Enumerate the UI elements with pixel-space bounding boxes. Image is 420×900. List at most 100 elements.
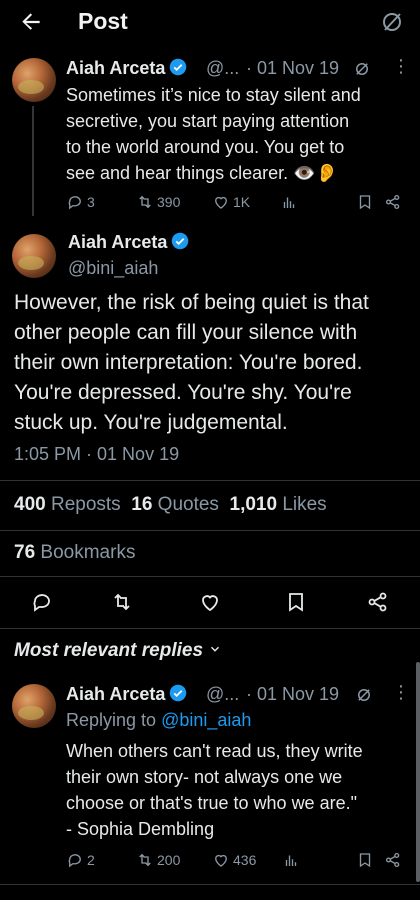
repost-count: 200 xyxy=(157,852,181,868)
avatar[interactable] xyxy=(12,684,56,728)
share-button[interactable] xyxy=(384,851,402,869)
replying-to-label: Replying to xyxy=(66,710,157,730)
share-icon xyxy=(385,852,400,868)
author-name[interactable]: Aiah Arceta xyxy=(68,232,189,253)
main-post-actions xyxy=(0,586,420,618)
repost-count: 390 xyxy=(157,194,181,210)
share-icon[interactable] xyxy=(366,590,390,614)
post-text: However, the risk of being quiet is that… xyxy=(14,288,414,438)
bookmark-icon[interactable] xyxy=(284,590,308,614)
heart-icon xyxy=(215,854,227,867)
share-icon xyxy=(385,194,400,210)
divider xyxy=(0,884,420,885)
views-button[interactable] xyxy=(280,193,298,211)
quotes-stat[interactable]: 16 Quotes xyxy=(131,494,219,515)
bookmarks-label: Bookmarks xyxy=(40,542,136,563)
author-name-text: Aiah Arceta xyxy=(66,58,166,78)
reply-count: 3 xyxy=(87,194,95,210)
scrollbar[interactable] xyxy=(416,662,420,882)
divider xyxy=(0,530,420,531)
like-button[interactable]: 1K xyxy=(212,193,250,211)
bookmark-button[interactable] xyxy=(356,851,374,869)
chevron-down-icon xyxy=(211,646,220,652)
reply-count: 2 xyxy=(87,852,95,868)
views-button[interactable] xyxy=(282,851,300,869)
post-line: When others can't read us, they write xyxy=(66,741,363,761)
bookmark-icon xyxy=(359,853,371,868)
avatar[interactable] xyxy=(12,234,56,278)
like-count: 1K xyxy=(233,194,251,210)
more-options-icon[interactable]: ⋮ xyxy=(392,682,410,703)
thread-line xyxy=(32,106,34,216)
author-name[interactable]: Aiah Arceta xyxy=(66,58,187,79)
top-bar: Post xyxy=(0,0,420,46)
post-line: choose or that's true to who we are." xyxy=(66,793,357,813)
post-line: their own story- not always one we xyxy=(66,767,343,787)
author-handle[interactable]: @bini_aiah xyxy=(68,258,158,279)
reply-button[interactable]: 3 xyxy=(66,193,95,211)
bookmarks-stat[interactable]: 76 Bookmarks xyxy=(14,542,135,564)
reposts-count: 400 xyxy=(14,494,46,515)
views-icon xyxy=(283,197,295,208)
verified-badge-icon xyxy=(170,58,187,76)
more-options-icon[interactable]: ⋮ xyxy=(392,56,410,77)
post-date[interactable]: · 01 Nov 19 xyxy=(246,58,339,79)
post-line: However, the risk of being quiet is that xyxy=(14,291,369,314)
avatar[interactable] xyxy=(12,58,56,102)
divider xyxy=(0,480,420,481)
post-line: secretive, you start paying attention xyxy=(66,111,350,131)
likes-label: Likes xyxy=(282,494,327,515)
reposts-stat[interactable]: 400 Reposts xyxy=(14,494,121,515)
reply-button[interactable]: 2 xyxy=(66,851,95,869)
author-name-text: Aiah Arceta xyxy=(68,232,168,252)
repost-icon[interactable] xyxy=(110,590,134,614)
grok-icon[interactable] xyxy=(355,686,373,704)
post-line: You're depressed. You're shy. You're xyxy=(14,381,352,404)
post-line: to the world around you. You get to xyxy=(66,137,345,157)
like-count: 436 xyxy=(233,852,257,868)
post-date[interactable]: · 01 Nov 19 xyxy=(246,684,339,705)
author-name-text: Aiah Arceta xyxy=(66,684,166,704)
grok-icon[interactable] xyxy=(380,10,404,34)
replying-to-handle[interactable]: @bini_aiah xyxy=(161,710,251,730)
quotes-label: Quotes xyxy=(157,494,219,515)
grok-icon[interactable] xyxy=(353,60,371,78)
post-timestamp[interactable]: 1:05 PM · 01 Nov 19 xyxy=(14,444,179,465)
engagement-stats: 400 Reposts 16 Quotes 1,010 Likes xyxy=(14,494,327,516)
post-text: Sometimes it’s nice to stay silent and s… xyxy=(66,82,412,186)
likes-stat[interactable]: 1,010 Likes xyxy=(230,494,327,515)
post-line: other people can fill your silence with xyxy=(14,321,358,344)
page-title: Post xyxy=(78,8,128,34)
reposts-label: Reposts xyxy=(50,494,121,515)
replying-to: Replying to @bini_aiah xyxy=(66,710,251,731)
bookmark-button[interactable] xyxy=(356,193,374,211)
repost-button[interactable]: 390 xyxy=(136,193,180,211)
author-handle[interactable]: @... xyxy=(206,684,239,705)
reply-icon[interactable] xyxy=(30,590,54,614)
like-button[interactable]: 436 xyxy=(212,851,256,869)
post-actions: 3 390 1K xyxy=(66,193,412,215)
back-arrow-icon[interactable] xyxy=(18,9,44,35)
post-line: see and hear things clearer. 👁️👂 xyxy=(66,163,338,183)
post-line: their own interpretation: You're bored. xyxy=(14,351,363,374)
reply-actions: 2 200 436 xyxy=(66,851,412,873)
views-icon xyxy=(285,855,297,866)
reply-icon xyxy=(68,196,81,210)
repost-icon xyxy=(139,195,151,209)
likes-count: 1,010 xyxy=(229,494,278,515)
heart-icon xyxy=(215,196,227,209)
post-line: Sometimes it’s nice to stay silent and xyxy=(66,85,361,105)
author-handle[interactable]: @... xyxy=(206,58,239,79)
reply-sort-label: Most relevant replies xyxy=(14,640,204,661)
divider xyxy=(0,576,420,577)
bookmarks-count: 76 xyxy=(14,542,36,563)
heart-icon[interactable] xyxy=(198,590,222,614)
reply-sort-dropdown[interactable]: Most relevant replies xyxy=(14,640,222,662)
share-button[interactable] xyxy=(384,193,402,211)
author-name[interactable]: Aiah Arceta xyxy=(66,684,187,705)
reply-icon xyxy=(68,854,81,868)
repost-button[interactable]: 200 xyxy=(136,851,180,869)
post-line: - Sophia Dembling xyxy=(66,819,215,839)
divider xyxy=(0,628,420,629)
post-line: stuck up. You're judgemental. xyxy=(14,411,288,434)
